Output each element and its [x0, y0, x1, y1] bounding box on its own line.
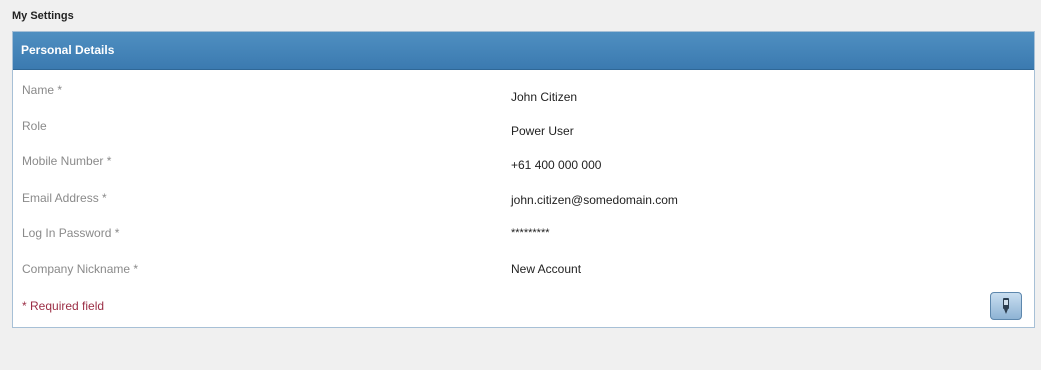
role-value: Power User [511, 124, 574, 138]
required-field-note: * Required field [22, 299, 105, 313]
personal-details-panel: Personal Details Name * John Citizen Rol… [12, 31, 1035, 328]
company-nickname-label: Company Nickname * [22, 262, 139, 276]
password-value: ********* [511, 227, 550, 239]
email-address-value: john.citizen@somedomain.com [511, 193, 678, 207]
email-address-label: Email Address * [22, 191, 107, 205]
name-value: John Citizen [511, 90, 578, 104]
page-title: My Settings [12, 10, 74, 22]
edit-icon [1003, 298, 1009, 314]
panel-header: Personal Details [13, 32, 1034, 70]
mobile-number-value: +61 400 000 000 [511, 158, 602, 172]
role-label: Role [22, 119, 47, 133]
edit-button[interactable] [990, 292, 1022, 320]
name-label: Name * [22, 83, 63, 97]
mobile-number-label: Mobile Number * [22, 154, 112, 168]
panel-header-label: Personal Details [21, 43, 115, 57]
company-nickname-value: New Account [511, 262, 582, 276]
password-label: Log In Password * [22, 226, 120, 240]
